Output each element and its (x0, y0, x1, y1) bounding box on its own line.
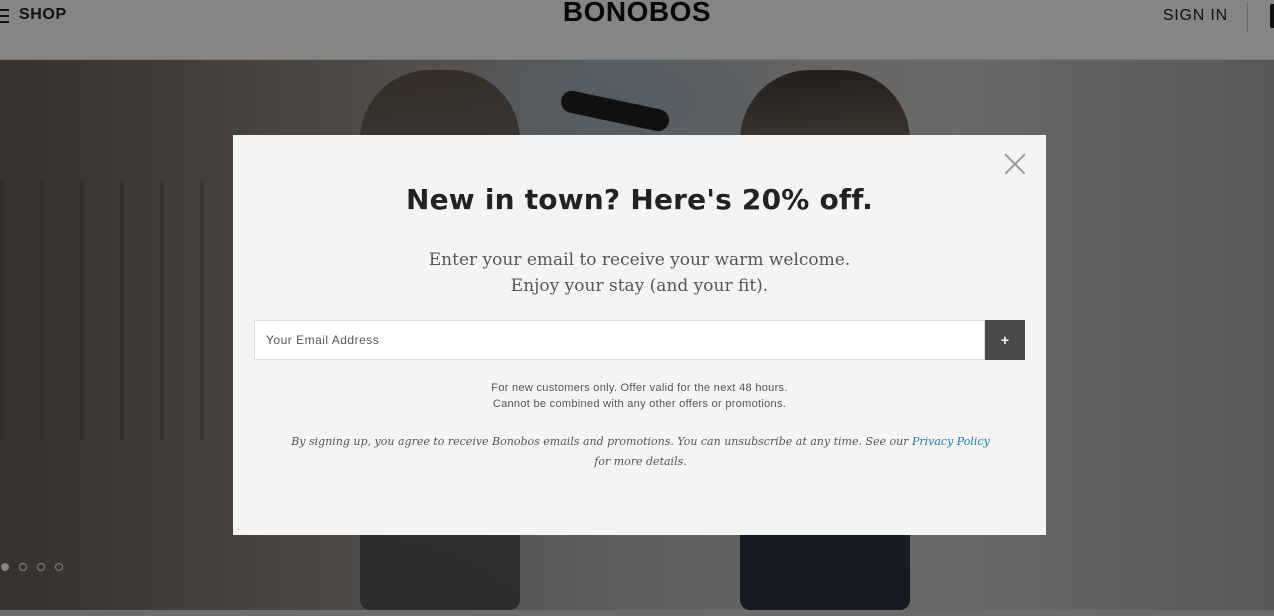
offer-terms: For new customers only. Offer valid for … (233, 380, 1046, 412)
modal-title: New in town? Here's 20% off. (405, 183, 873, 216)
terms-line-1: For new customers only. Offer valid for … (491, 382, 788, 394)
legal-text-before: By signing up, you agree to receive Bono… (291, 435, 912, 448)
email-signup-modal: New in town? Here's 20% off. Enter your … (233, 135, 1046, 535)
email-field[interactable] (254, 320, 985, 360)
close-icon[interactable] (1004, 153, 1026, 175)
privacy-policy-link[interactable]: Privacy Policy (912, 435, 990, 448)
terms-line-2: Cannot be combined with any other offers… (492, 398, 787, 410)
legal-text: By signing up, you agree to receive Bono… (288, 432, 993, 472)
email-form: + (254, 320, 1025, 360)
page: SHOP BONOBOS SIGN IN New in town? Here's… (0, 0, 1274, 616)
modal-subtitle: Enter your email to receive your warm we… (233, 247, 1046, 299)
submit-button[interactable]: + (985, 320, 1025, 360)
subtitle-line-2: Enjoy your stay (and your fit). (510, 276, 769, 296)
legal-text-after: for more details. (594, 455, 687, 468)
subtitle-line-1: Enter your email to receive your warm we… (428, 250, 851, 270)
